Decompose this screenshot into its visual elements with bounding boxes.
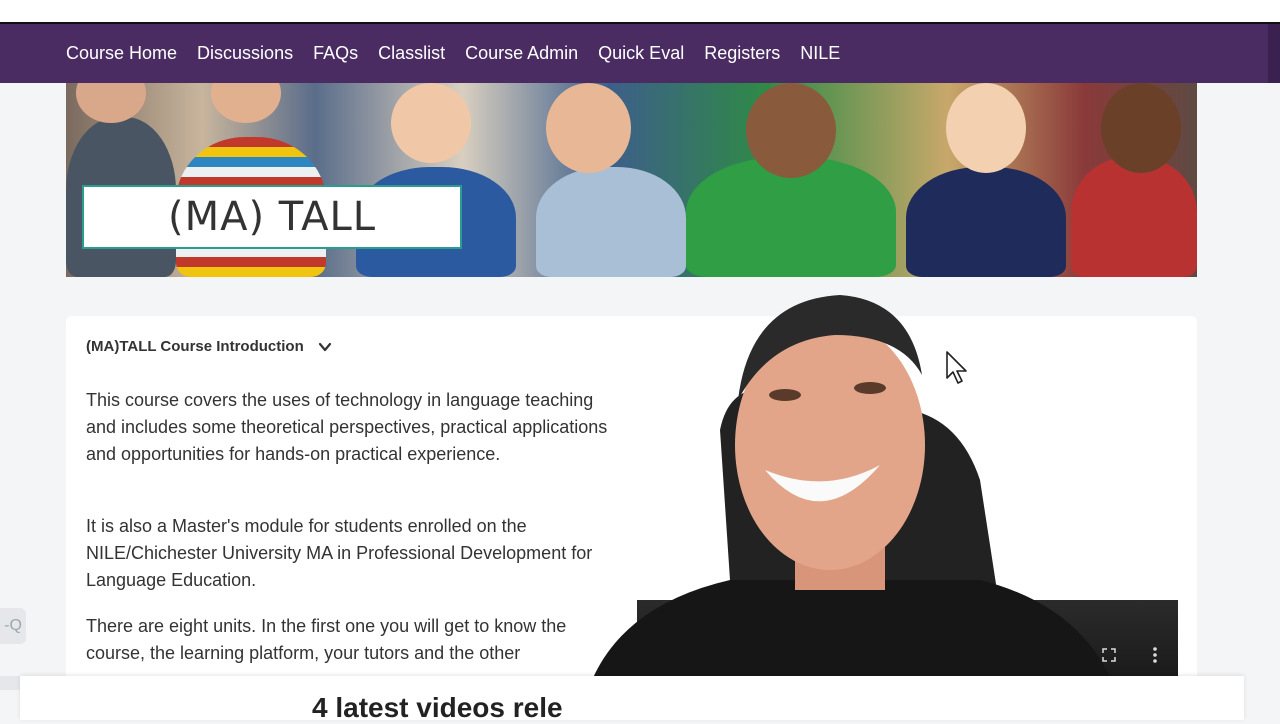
course-banner-image: (MA) TALL <box>66 83 1197 277</box>
intro-heading: (MA)TALL Course Introduction <box>86 338 304 355</box>
bottom-panel: 4 latest videos rele <box>20 676 1244 723</box>
browser-top-strip <box>0 0 1280 24</box>
banner-figure-head <box>1101 83 1181 173</box>
intro-paragraph: It is also a Master's module for student… <box>86 516 593 590</box>
nav-course-admin[interactable]: Course Admin <box>465 43 578 64</box>
banner-figure <box>1071 157 1197 277</box>
nav-discussions[interactable]: Discussions <box>197 43 293 64</box>
nav-classlist[interactable]: Classlist <box>378 43 445 64</box>
side-tab-label: -Q <box>4 617 22 634</box>
nav-faqs[interactable]: FAQs <box>313 43 358 64</box>
banner-title-box: (MA) TALL <box>82 185 462 249</box>
intro-header[interactable]: (MA)TALL Course Introduction <box>86 338 332 355</box>
course-navbar: Course Home Discussions FAQs Classlist C… <box>0 24 1280 83</box>
banner-figure-head <box>391 83 471 163</box>
presenter-webcam-overlay <box>580 295 1125 720</box>
banner-figure-head <box>746 83 836 178</box>
intro-paragraph: This course covers the uses of technolog… <box>86 390 608 464</box>
banner-title: (MA) TALL <box>167 194 377 240</box>
nav-registers[interactable]: Registers <box>704 43 780 64</box>
nav-scrollbar[interactable] <box>1268 24 1280 83</box>
bottom-panel-heading: 4 latest videos rele <box>312 692 563 723</box>
banner-figure <box>906 167 1066 277</box>
banner-figure-head <box>946 83 1026 173</box>
banner-figure-head <box>76 83 146 123</box>
nav-quick-eval[interactable]: Quick Eval <box>598 43 684 64</box>
more-vertical-icon[interactable] <box>1149 646 1161 664</box>
banner-figure <box>536 167 686 277</box>
chevron-down-icon[interactable] <box>318 340 332 354</box>
nav-course-home[interactable]: Course Home <box>66 43 177 64</box>
nav-nile[interactable]: NILE <box>800 43 840 64</box>
mouse-cursor-icon <box>946 351 967 384</box>
side-tab-button[interactable]: -Q <box>0 608 26 644</box>
banner-figure-head <box>211 83 281 123</box>
banner-figure-head <box>546 83 631 173</box>
intro-paragraph: There are eight units. In the first one … <box>86 616 567 663</box>
